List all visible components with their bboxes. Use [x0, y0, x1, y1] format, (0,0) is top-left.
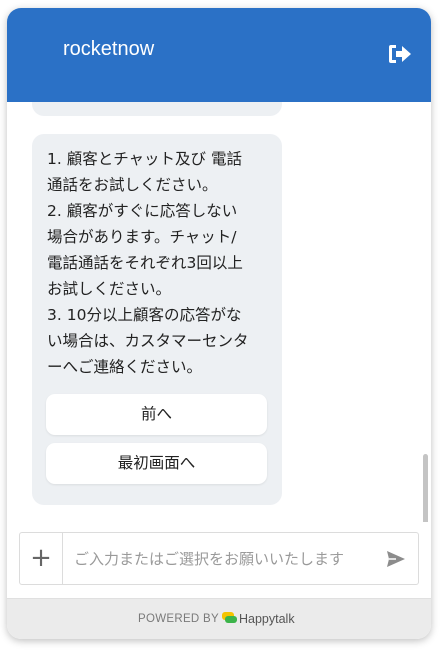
message-composer: + — [19, 532, 419, 585]
happytalk-logo-icon — [222, 612, 237, 623]
exit-chat-button[interactable] — [387, 42, 413, 66]
bot-message-bubble: 1. 顧客とチャット及び 電話 通話をお試しください。 2. 顧客がすぐに応答し… — [32, 134, 282, 505]
home-button[interactable]: 最初画面へ — [46, 443, 267, 484]
scrollbar-thumb[interactable] — [423, 454, 428, 522]
attach-button[interactable]: + — [20, 533, 63, 584]
previous-message-bubble — [32, 102, 282, 116]
powered-by-footer: POWERED BY Happytalk — [7, 598, 431, 639]
send-button[interactable] — [386, 549, 406, 569]
message-input[interactable] — [72, 545, 376, 573]
send-icon — [387, 551, 405, 567]
sign-out-icon — [389, 45, 411, 63]
back-button[interactable]: 前へ — [46, 394, 267, 435]
message-list[interactable]: 1. 顧客とチャット及び 電話 通話をお試しください。 2. 顧客がすぐに応答し… — [7, 102, 431, 522]
chat-header: rocketnow — [7, 8, 431, 102]
chat-widget: rocketnow 1. 顧客とチャット及び 電話 通話をお試しください。 2.… — [7, 8, 431, 639]
powered-by-label: POWERED BY — [138, 613, 219, 625]
chat-title: rocketnow — [63, 38, 155, 60]
bot-message-text: 1. 顧客とチャット及び 電話 通話をお試しください。 2. 顧客がすぐに応答し… — [47, 150, 249, 376]
happytalk-brand: Happytalk — [239, 612, 295, 626]
